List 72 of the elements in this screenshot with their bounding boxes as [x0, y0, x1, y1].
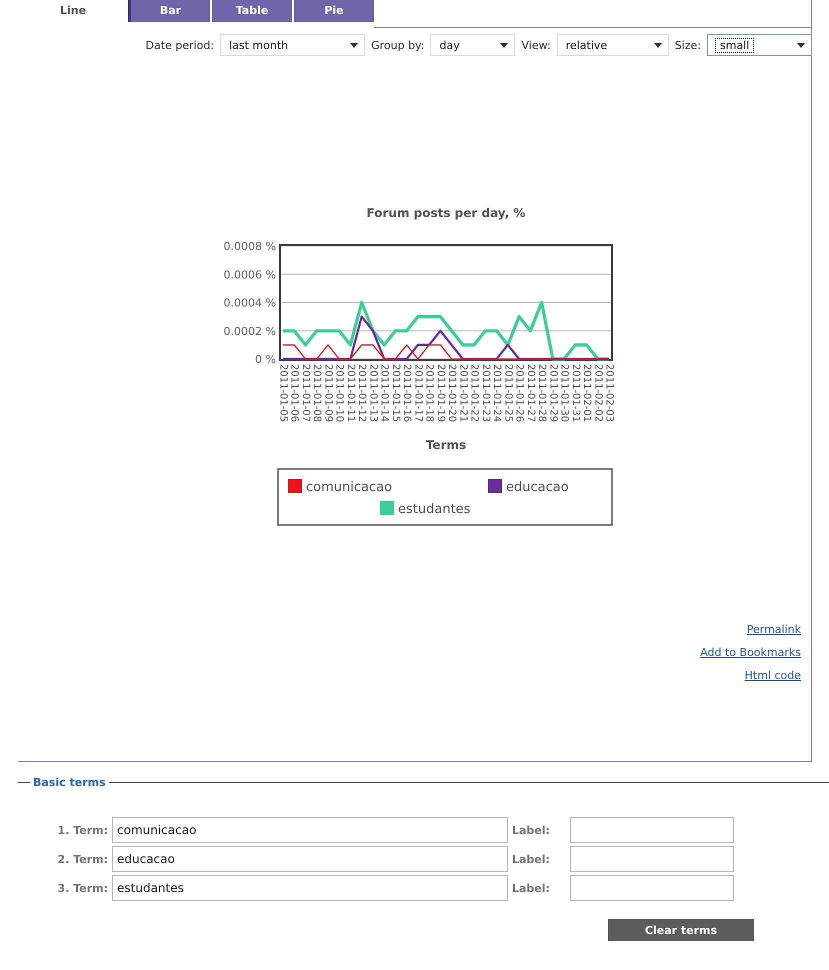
dropdown-caret-icon — [654, 42, 662, 48]
y-tick-label: 0.0008 % — [224, 240, 276, 253]
dropdown-caret-icon — [797, 42, 805, 48]
clear-terms-button[interactable]: Clear terms — [608, 919, 754, 941]
term-label: 2. Term: — [56, 852, 108, 866]
label-caption: Label: — [512, 882, 551, 894]
term-input[interactable]: educacao — [112, 846, 508, 872]
term-input[interactable]: estudantes — [112, 875, 508, 901]
x-tick-label: 2011-01-17 — [412, 364, 424, 422]
x-tick-label: 2011-01-20 — [446, 364, 458, 422]
x-tick-label: 2011-01-12 — [356, 364, 368, 422]
chart-title: Forum posts per day, % — [366, 206, 526, 220]
term-label: 3. Term: — [56, 882, 108, 894]
control-label: Group by: — [371, 38, 424, 52]
chart-tab[interactable]: Table — [210, 0, 292, 22]
x-tick-label: 2011-01-13 — [367, 364, 378, 422]
y-tick-label: 0.0004 % — [224, 296, 276, 310]
x-tick-label: 2011-01-06 — [288, 364, 300, 422]
fieldset-title: Basic terms — [33, 776, 106, 789]
control-label: Size: — [674, 38, 701, 52]
x-tick-label: 2011-01-08 — [311, 364, 322, 422]
x-tick-label: 2011-01-21 — [457, 364, 468, 422]
x-tick-label: 2011-01-27 — [524, 364, 536, 422]
dropdown[interactable]: relative — [556, 34, 669, 56]
x-tick-label: 2011-01-16 — [401, 364, 412, 422]
link[interactable]: Permalink — [746, 623, 801, 636]
x-tick-label: 2011-01-22 — [468, 364, 480, 422]
x-tick-label: 2011-01-25 — [502, 364, 514, 422]
x-tick-label: 2011-01-30 — [558, 364, 570, 422]
x-tick-label: 2011-02-02 — [592, 364, 604, 422]
x-tick-label: 2011-01-07 — [300, 364, 311, 422]
dropdown[interactable]: small — [707, 34, 812, 56]
chart-tab[interactable]: Pie — [292, 0, 374, 22]
x-tick-label: 2011-01-10 — [334, 364, 345, 422]
y-tick-label: 0.0002 % — [224, 324, 276, 338]
legend-label: educacao — [506, 480, 569, 495]
control-label: View: — [521, 38, 551, 52]
label-input[interactable] — [570, 846, 734, 872]
x-tick-label: 2011-01-29 — [547, 364, 558, 422]
label-input[interactable] — [570, 875, 734, 901]
link[interactable]: Html code — [744, 669, 801, 682]
control-label: Date period: — [146, 38, 214, 52]
x-tick-label: 2011-01-26 — [514, 364, 525, 422]
x-tick-label: 2011-01-09 — [322, 364, 334, 422]
x-tick-label: 2011-01-14 — [378, 364, 390, 422]
x-tick-label: 2011-01-15 — [390, 364, 401, 422]
x-tick-label: 2011-02-03 — [604, 364, 614, 422]
x-tick-label: 2011-01-05 — [278, 364, 288, 422]
label-caption: Label: — [512, 824, 551, 836]
chart-tab[interactable]: Bar — [128, 0, 210, 22]
x-tick-label: 2011-01-18 — [424, 364, 435, 422]
y-tick-label: 0 % — [255, 353, 276, 366]
dropdown-caret-icon — [350, 42, 358, 48]
x-tick-label: 2011-01-28 — [536, 364, 548, 422]
legend-label: estudantes — [398, 502, 470, 517]
legend-label: comunicacao — [306, 480, 392, 495]
dropdown-caret-icon — [500, 42, 508, 48]
link[interactable]: Add to Bookmarks — [700, 646, 801, 659]
x-tick-label: 2011-01-19 — [434, 364, 446, 422]
term-label: 1. Term: — [56, 824, 108, 836]
x-tick-label: 2011-01-24 — [491, 364, 502, 422]
label-input[interactable] — [570, 817, 734, 843]
term-input[interactable]: comunicacao — [112, 817, 508, 843]
x-tick-label: 2011-01-31 — [570, 364, 581, 422]
dropdown[interactable]: day — [430, 34, 516, 56]
label-caption: Label: — [512, 852, 551, 866]
dropdown[interactable]: last month — [220, 34, 366, 56]
x-axis-label: Terms — [426, 438, 466, 452]
x-tick-label: 2011-01-11 — [344, 364, 356, 422]
y-tick-label: 0.0006 % — [224, 268, 276, 282]
x-tick-label: 2011-02-01 — [581, 364, 592, 422]
x-tick-label: 2011-01-23 — [480, 364, 491, 422]
